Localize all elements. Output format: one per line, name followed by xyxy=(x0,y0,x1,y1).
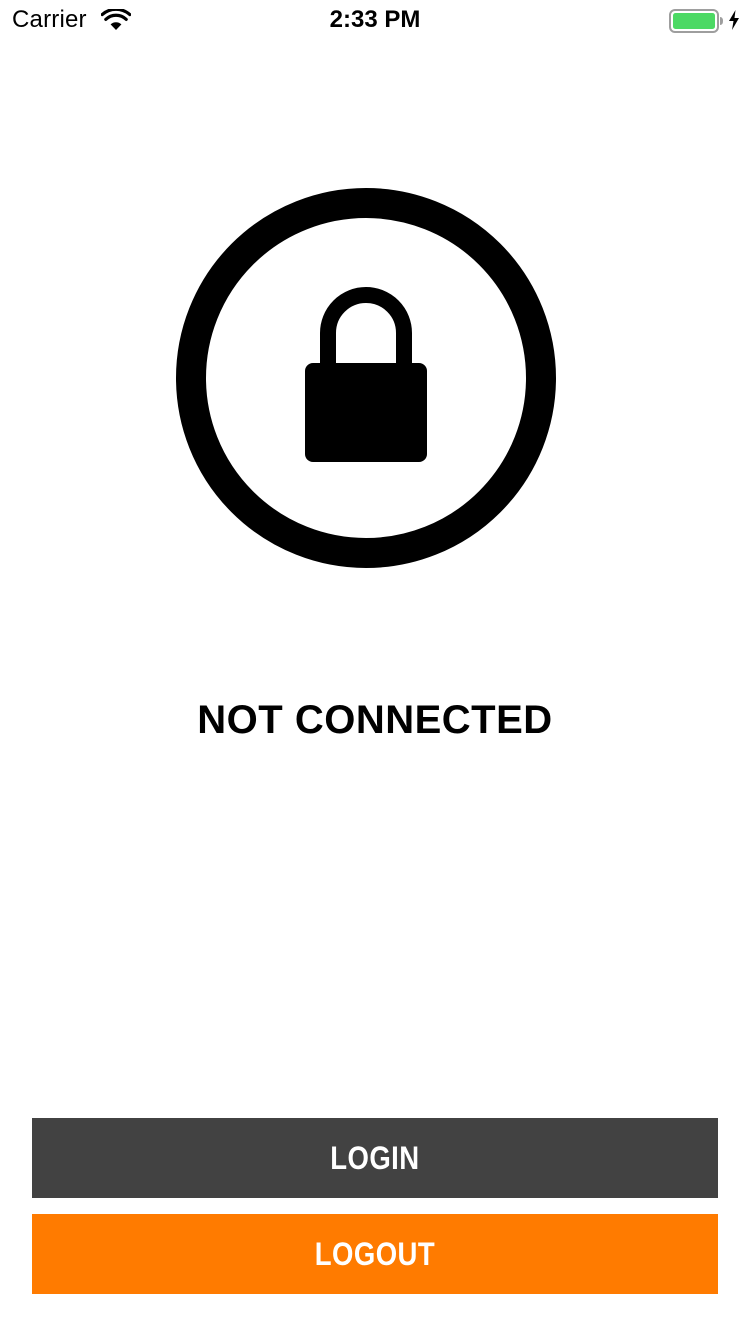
clock: 2:33 PM xyxy=(329,6,421,33)
status-bar: Carrier 2:33 PM xyxy=(0,0,750,40)
charging-bolt-icon xyxy=(729,10,739,30)
battery-icon xyxy=(669,9,723,33)
login-button-label: LOGIN xyxy=(330,1140,420,1176)
logout-button[interactable]: LOGOUT xyxy=(32,1214,718,1294)
lock-icon xyxy=(176,188,556,568)
connection-status-text: NOT CONNECTED xyxy=(197,698,553,742)
login-button[interactable]: LOGIN xyxy=(32,1118,718,1198)
logout-button-label: LOGOUT xyxy=(314,1236,436,1272)
